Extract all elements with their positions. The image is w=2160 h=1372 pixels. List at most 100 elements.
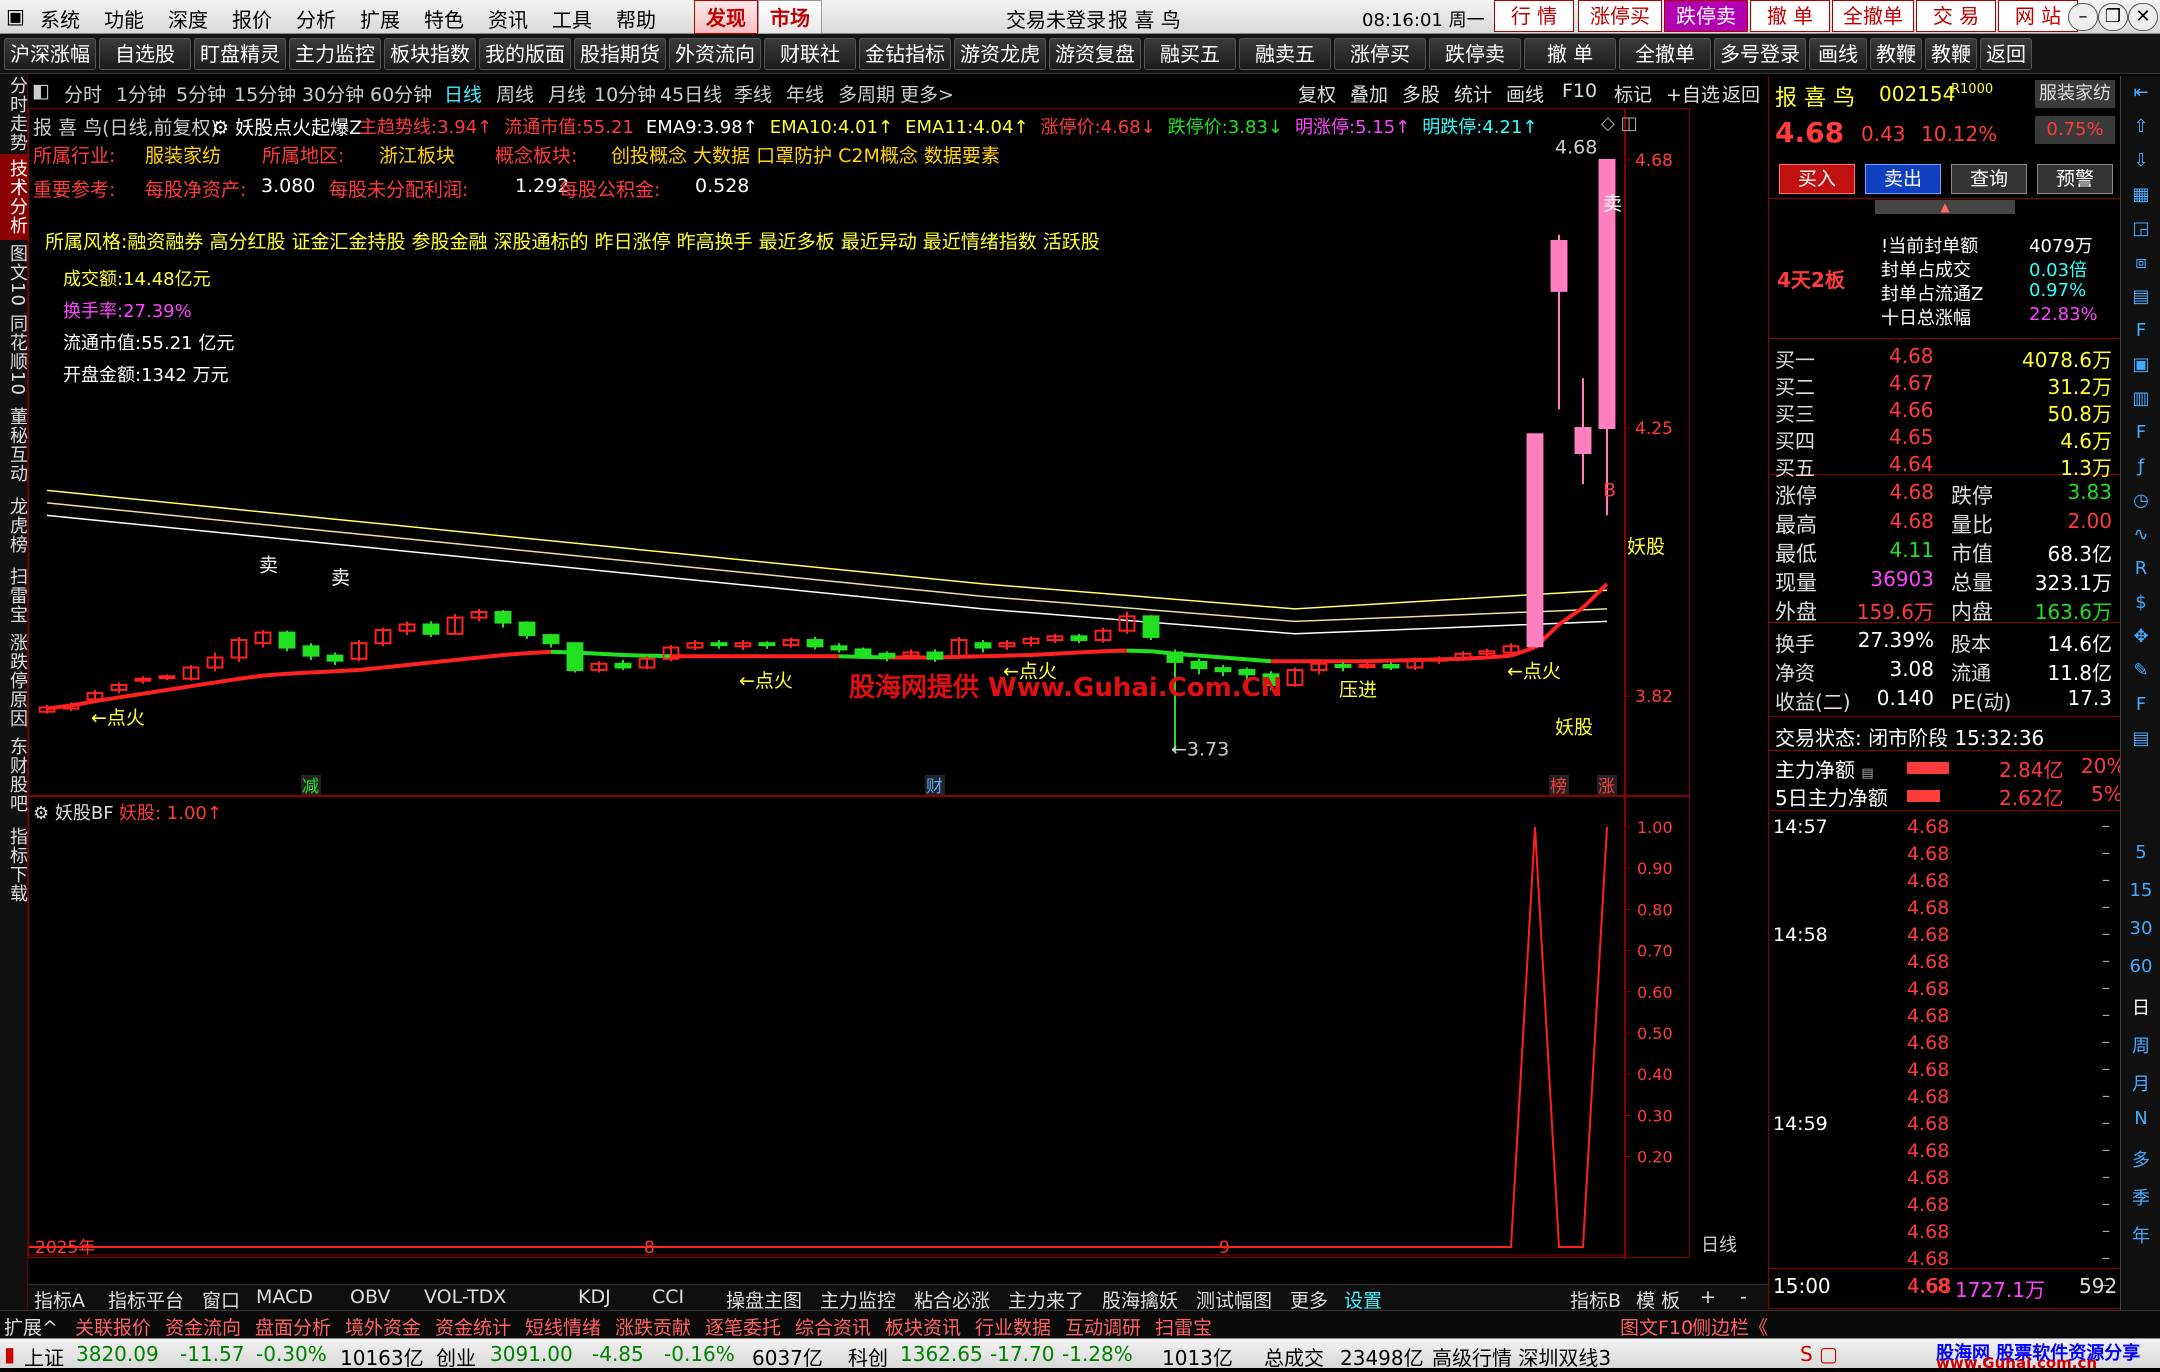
period-shortcut-0[interactable]: 5: [2121, 842, 2160, 863]
indicator-tab-13[interactable]: 测试幅图: [1196, 1286, 1272, 1313]
quote-icon[interactable]: ▥: [2129, 388, 2153, 412]
toolbar-button-18[interactable]: 多号登录: [1714, 38, 1806, 70]
period-10[interactable]: 45日线: [660, 80, 722, 107]
toolbar-button-16[interactable]: 撤 单: [1524, 38, 1616, 70]
chart-tool-4[interactable]: 画线: [1506, 80, 1544, 107]
period-14[interactable]: 更多>: [900, 80, 954, 107]
period-9[interactable]: 10分钟: [594, 80, 656, 107]
menu-tools[interactable]: 工具: [552, 4, 592, 33]
f10-icon[interactable]: F: [2129, 320, 2153, 344]
period-1[interactable]: 1分钟: [116, 80, 166, 107]
toolbar-button-12[interactable]: 融买五: [1144, 38, 1236, 70]
toolbar-button-17[interactable]: 全撤单: [1619, 38, 1711, 70]
menu-extension[interactable]: 扩展: [360, 4, 400, 33]
panel-toggle-icon[interactable]: ◧: [32, 80, 50, 102]
indicator-tab-1[interactable]: 指标平台: [108, 1286, 184, 1313]
collapse-icon[interactable]: ▲: [1875, 200, 2015, 214]
f2-icon[interactable]: F: [2129, 422, 2153, 446]
link-4[interactable]: 境外资金: [345, 1313, 421, 1340]
period-7[interactable]: 周线: [496, 80, 534, 107]
link-1[interactable]: 关联报价: [75, 1313, 151, 1340]
indicator-right-tab-0[interactable]: 指标B: [1570, 1286, 1621, 1313]
clock-icon[interactable]: ◷: [2129, 490, 2153, 514]
menu-depth[interactable]: 深度: [168, 4, 208, 33]
indicator-tab-11[interactable]: 主力来了: [1008, 1286, 1084, 1313]
period-12[interactable]: 年线: [786, 80, 824, 107]
toolbar-button-8[interactable]: 财联社: [764, 38, 856, 70]
link-8[interactable]: 逐笔委托: [705, 1313, 781, 1340]
indicator-right-tab-1[interactable]: 模 板: [1636, 1286, 1680, 1313]
cancel-order-button[interactable]: 撤 单: [1750, 0, 1830, 32]
menu-system[interactable]: 系统: [40, 4, 80, 33]
fx-icon[interactable]: ƒ: [2129, 456, 2153, 480]
toolbar-button-2[interactable]: 盯盘精灵: [194, 38, 286, 70]
limit-up-buy-button[interactable]: 涨停买: [1578, 0, 1662, 32]
left-tab-0[interactable]: 分时走势: [0, 74, 28, 154]
period-4[interactable]: 30分钟: [302, 80, 364, 107]
menu-discover[interactable]: 发现: [694, 0, 758, 34]
close-icon[interactable]: ✕: [2128, 3, 2158, 31]
indicator-tab-5[interactable]: VOL-TDX: [424, 1286, 506, 1308]
limit-down-sell-button[interactable]: 跌停卖: [1664, 0, 1748, 32]
grid-icon[interactable]: ▦: [2129, 184, 2153, 208]
toolbar-button-10[interactable]: 游资龙虎: [954, 38, 1046, 70]
toolbar-button-9[interactable]: 金钻指标: [859, 38, 951, 70]
menu-quote[interactable]: 报价: [232, 4, 272, 33]
sub-indicator-chart[interactable]: 1.000.900.800.700.600.500.400.300.202025…: [29, 797, 1691, 1259]
toolbar-button-13[interactable]: 融卖五: [1239, 38, 1331, 70]
move-icon[interactable]: ✥: [2129, 626, 2153, 650]
left-tab-2[interactable]: 图文10: [0, 240, 28, 310]
chart-tool-1[interactable]: 叠加: [1350, 80, 1388, 107]
period-shortcut-7[interactable]: N: [2121, 1108, 2160, 1129]
chart-tool-3[interactable]: 统计: [1454, 80, 1492, 107]
link-12[interactable]: 互动调研: [1065, 1313, 1141, 1340]
sub-indicator-name[interactable]: ⚙ 妖股BF: [33, 799, 114, 825]
indicator-tab-15[interactable]: 设置: [1344, 1286, 1382, 1313]
feed-status[interactable]: 高级行情 深圳双线3: [1432, 1342, 1611, 1371]
period-2[interactable]: 5分钟: [176, 80, 226, 107]
chart-tool-2[interactable]: 多股: [1402, 80, 1440, 107]
indicator-tab-8[interactable]: 操盘主图: [726, 1286, 802, 1313]
toolbar-button-15[interactable]: 跌停卖: [1429, 38, 1521, 70]
quote-button[interactable]: 行 情: [1494, 0, 1574, 32]
minimize-icon[interactable]: –: [2068, 3, 2098, 31]
period-shortcut-3[interactable]: 60: [2121, 956, 2160, 977]
cy-index-name[interactable]: 创业: [436, 1342, 476, 1371]
period-shortcut-6[interactable]: 月: [2121, 1070, 2160, 1096]
toolbar-button-6[interactable]: 股指期货: [574, 38, 666, 70]
chart-tool-7[interactable]: +自选: [1666, 80, 1720, 107]
indicator-tab-14[interactable]: 更多: [1290, 1286, 1328, 1313]
restore-icon[interactable]: ❐: [2098, 3, 2128, 31]
down-icon[interactable]: ⇩: [2129, 150, 2153, 174]
left-tab-3[interactable]: 同花顺10: [0, 310, 28, 400]
menu-analysis[interactable]: 分析: [296, 4, 336, 33]
indicator-tab-10[interactable]: 粘合必涨: [914, 1286, 990, 1313]
sector-tag[interactable]: 服装家纺: [2035, 80, 2115, 108]
indicator-tab-2[interactable]: 窗口: [202, 1286, 240, 1313]
indicator-tab-0[interactable]: 指标A: [34, 1286, 85, 1313]
link-0[interactable]: 扩展^: [4, 1313, 58, 1340]
link-3[interactable]: 盘面分析: [255, 1313, 331, 1340]
pen-icon[interactable]: ✎: [2129, 660, 2153, 684]
toolbar-button-4[interactable]: 板块指数: [384, 38, 476, 70]
indicator-tab-4[interactable]: OBV: [350, 1286, 390, 1308]
period-5[interactable]: 60分钟: [370, 80, 432, 107]
period-shortcut-8[interactable]: 多: [2121, 1146, 2160, 1172]
chart-tool-5[interactable]: F10: [1562, 80, 1597, 102]
menu-help[interactable]: 帮助: [616, 4, 656, 33]
book-icon[interactable]: ▤: [2129, 728, 2153, 752]
toolbar-button-20[interactable]: 教鞭A: [1870, 38, 1922, 96]
toolbar-button-19[interactable]: 画线: [1809, 38, 1867, 70]
link-11[interactable]: 行业数据: [975, 1313, 1051, 1340]
link-10[interactable]: 板块资讯: [885, 1313, 961, 1340]
indicator-tab-6[interactable]: KDJ: [578, 1286, 611, 1308]
chart-tool-0[interactable]: 复权: [1298, 80, 1336, 107]
toolbar-button-21[interactable]: 教鞭B: [1925, 38, 1977, 96]
left-tab-6[interactable]: 扫雷宝: [0, 560, 28, 630]
left-tab-9[interactable]: 指标下载: [0, 820, 28, 910]
toolbar-button-5[interactable]: 我的版面: [479, 38, 571, 70]
sh-index-name[interactable]: 上证: [24, 1342, 64, 1371]
doc-icon[interactable]: ▣: [2129, 354, 2153, 378]
left-tab-4[interactable]: 董秘互动: [0, 400, 28, 490]
candle-icon[interactable]: ⧈: [2129, 252, 2153, 276]
